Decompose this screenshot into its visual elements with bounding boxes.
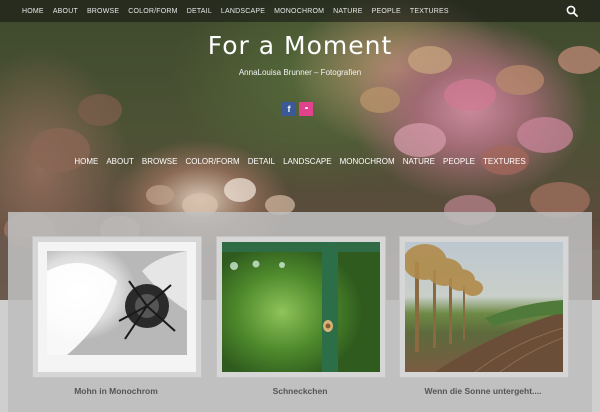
search-icon[interactable] <box>566 5 578 17</box>
top-nav-item-detail[interactable]: DETAIL <box>187 8 212 15</box>
site-tagline: AnnaLouisa Brunner – Fotografien <box>238 68 362 77</box>
top-nav-item-people[interactable]: PEOPLE <box>372 8 401 15</box>
flickr-icon[interactable]: •• <box>299 102 313 116</box>
facebook-icon[interactable]: f <box>282 102 296 116</box>
top-nav-item-color-form[interactable]: COLOR/FORM <box>128 8 177 15</box>
post-card[interactable] <box>216 236 386 378</box>
main-nav-item-color-form[interactable]: COLOR/FORM <box>185 157 239 166</box>
top-nav-item-home[interactable]: HOME <box>22 8 44 15</box>
snail-on-green-fence-photo[interactable] <box>222 242 380 372</box>
main-nav-item-landscape[interactable]: LANDSCAPE <box>283 157 331 166</box>
snail-fence-art <box>222 242 380 372</box>
post-grid: Mohn in Monochrom Schneckchen Wenn die S… <box>8 212 592 412</box>
site-title[interactable]: For a Moment <box>0 31 600 60</box>
post-card[interactable] <box>399 236 569 378</box>
flickr-glyph: •• <box>304 106 308 112</box>
post-title[interactable]: Schneckchen <box>216 386 384 396</box>
main-nav-item-nature[interactable]: NATURE <box>403 157 435 166</box>
tree-lined-country-road-photo[interactable] <box>405 242 563 372</box>
social-links: f •• <box>282 102 313 116</box>
top-nav-item-landscape[interactable]: LANDSCAPE <box>221 8 265 15</box>
country-road-art <box>405 244 563 372</box>
top-nav-item-monochrom[interactable]: MONOCHROM <box>274 8 324 15</box>
top-nav-item-nature[interactable]: NATURE <box>333 8 362 15</box>
main-nav-item-about[interactable]: ABOUT <box>106 157 134 166</box>
main-nav-item-browse[interactable]: BROWSE <box>142 157 178 166</box>
top-nav-item-textures[interactable]: TEXTURES <box>410 8 449 15</box>
post-card[interactable] <box>32 236 202 378</box>
poppy-image-frame <box>47 251 187 355</box>
main-nav-item-detail[interactable]: DETAIL <box>248 157 275 166</box>
main-navigation: HOME ABOUT BROWSE COLOR/FORM DETAIL LAND… <box>0 157 600 166</box>
main-nav-item-people[interactable]: PEOPLE <box>443 157 475 166</box>
main-nav-item-textures[interactable]: TEXTURES <box>483 157 526 166</box>
top-nav-item-browse[interactable]: BROWSE <box>87 8 119 15</box>
monochrome-poppy-photo[interactable] <box>38 242 196 372</box>
poppy-flower-art <box>47 251 187 355</box>
facebook-glyph: f <box>287 104 291 114</box>
post-title[interactable]: Mohn in Monochrom <box>32 386 200 396</box>
top-nav-menu: HOME ABOUT BROWSE COLOR/FORM DETAIL LAND… <box>22 0 449 22</box>
main-nav-item-home[interactable]: HOME <box>74 157 98 166</box>
main-nav-item-monochrom[interactable]: MONOCHROM <box>340 157 395 166</box>
post-title[interactable]: Wenn die Sonne untergeht.... <box>399 386 567 396</box>
top-nav-item-about[interactable]: ABOUT <box>53 8 78 15</box>
top-navigation-bar: HOME ABOUT BROWSE COLOR/FORM DETAIL LAND… <box>0 0 600 22</box>
